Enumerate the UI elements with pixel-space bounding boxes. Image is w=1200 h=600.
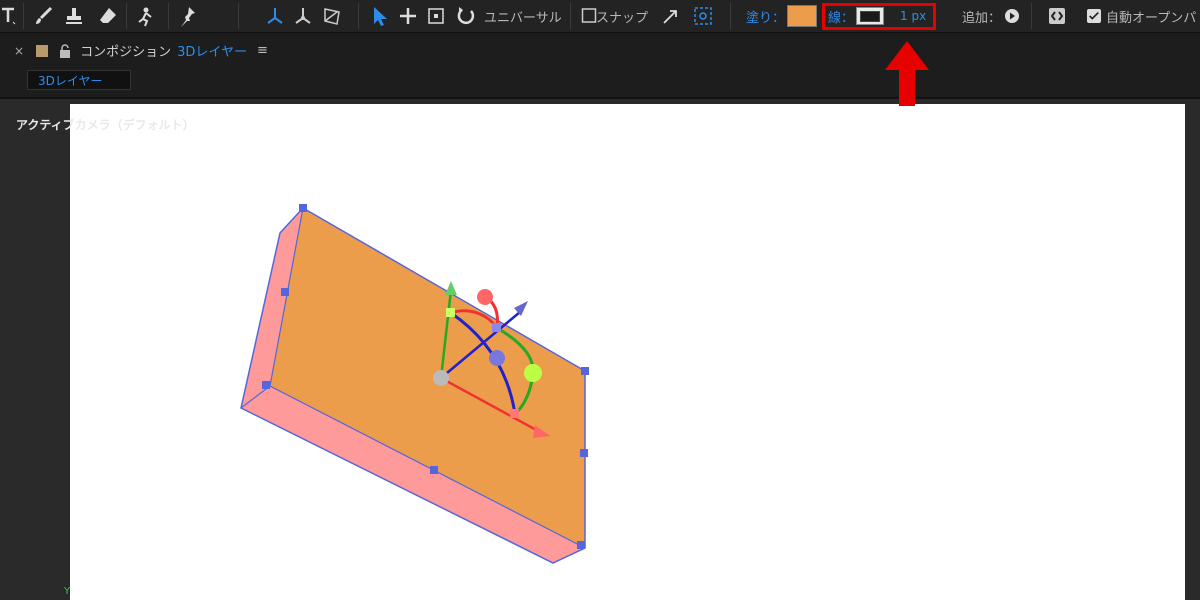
3d-layer-scene[interactable] xyxy=(0,0,1200,600)
annotation-arrow-icon xyxy=(885,41,929,106)
axis-y-label: Y xyxy=(64,586,71,597)
